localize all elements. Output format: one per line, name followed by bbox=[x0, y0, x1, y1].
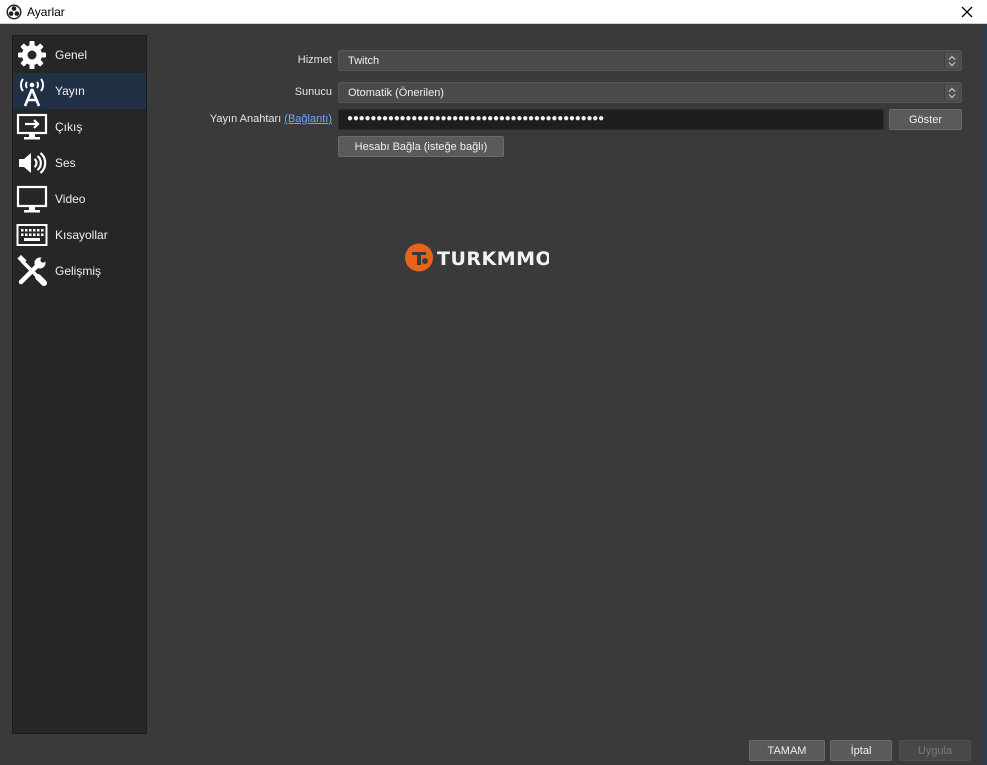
broadcast-antenna-icon bbox=[15, 74, 49, 108]
show-key-button[interactable]: Göster bbox=[889, 109, 962, 130]
stream-key-label: Yayın Anahtarı bbox=[209, 113, 282, 125]
apply-button[interactable]: Uygula bbox=[899, 740, 971, 761]
speaker-icon bbox=[15, 146, 49, 180]
svg-text:TURKMMO: TURKMMO bbox=[437, 248, 549, 270]
sidebar-item-cikis[interactable]: Çıkış bbox=[13, 109, 146, 145]
monitor-icon bbox=[15, 182, 49, 216]
stream-key-masked-value: ●●●●●●●●●●●●●●●●●●●●●●●●●●●●●●●●●●●●●●●●… bbox=[347, 113, 604, 124]
tools-icon bbox=[15, 254, 49, 288]
spinner-icon bbox=[944, 53, 959, 68]
sidebar-item-kisayollar[interactable]: Kısayollar bbox=[13, 217, 146, 253]
service-value: Twitch bbox=[348, 55, 380, 67]
sidebar-item-label: Yayın bbox=[55, 84, 85, 98]
service-label: Hizmet bbox=[297, 54, 332, 66]
ok-button[interactable]: TAMAM bbox=[749, 740, 825, 761]
sidebar-item-label: Kısayollar bbox=[55, 228, 108, 242]
keyboard-icon bbox=[15, 218, 49, 252]
sidebar-item-label: Ses bbox=[55, 156, 76, 170]
sidebar-item-gelismis[interactable]: Gelişmiş bbox=[13, 253, 146, 289]
sidebar-item-label: Gelişmiş bbox=[55, 264, 102, 278]
output-monitor-icon bbox=[15, 110, 49, 144]
stream-key-label-row: Yayın Anahtarı (Bağlantı) bbox=[160, 113, 332, 125]
turkmmo-watermark-logo: TURKMMO bbox=[404, 241, 552, 274]
service-select[interactable]: Twitch bbox=[338, 50, 962, 71]
settings-window: Ayarlar Genel Yayın Çıkış Ses Video Kısa… bbox=[0, 0, 987, 765]
settings-sidebar: Genel Yayın Çıkış Ses Video Kısayollar G… bbox=[12, 35, 147, 734]
sidebar-item-ses[interactable]: Ses bbox=[13, 145, 146, 181]
sidebar-item-genel[interactable]: Genel bbox=[13, 37, 146, 73]
gear-icon bbox=[15, 38, 49, 72]
connect-account-button[interactable]: Hesabı Bağla (isteğe bağlı) bbox=[338, 136, 504, 157]
stream-key-input[interactable]: ●●●●●●●●●●●●●●●●●●●●●●●●●●●●●●●●●●●●●●●●… bbox=[338, 109, 884, 130]
server-value: Otomatik (Önerilen) bbox=[348, 87, 444, 99]
server-select[interactable]: Otomatik (Önerilen) bbox=[338, 82, 962, 103]
stream-key-link[interactable]: (Bağlantı) bbox=[284, 113, 332, 125]
cancel-button[interactable]: İptal bbox=[830, 740, 892, 761]
obs-logo-icon bbox=[6, 4, 22, 20]
sidebar-item-label: Çıkış bbox=[55, 120, 83, 134]
sidebar-item-label: Video bbox=[55, 192, 86, 206]
spinner-icon bbox=[944, 85, 959, 100]
sidebar-item-video[interactable]: Video bbox=[13, 181, 146, 217]
server-label: Sunucu bbox=[294, 86, 332, 98]
sidebar-item-yayin[interactable]: Yayın bbox=[13, 73, 146, 109]
title-bar: Ayarlar bbox=[0, 0, 987, 24]
window-title: Ayarlar bbox=[27, 5, 65, 19]
desktop-edge-strip bbox=[983, 24, 987, 765]
close-icon[interactable] bbox=[947, 0, 987, 24]
sidebar-item-label: Genel bbox=[55, 48, 88, 62]
